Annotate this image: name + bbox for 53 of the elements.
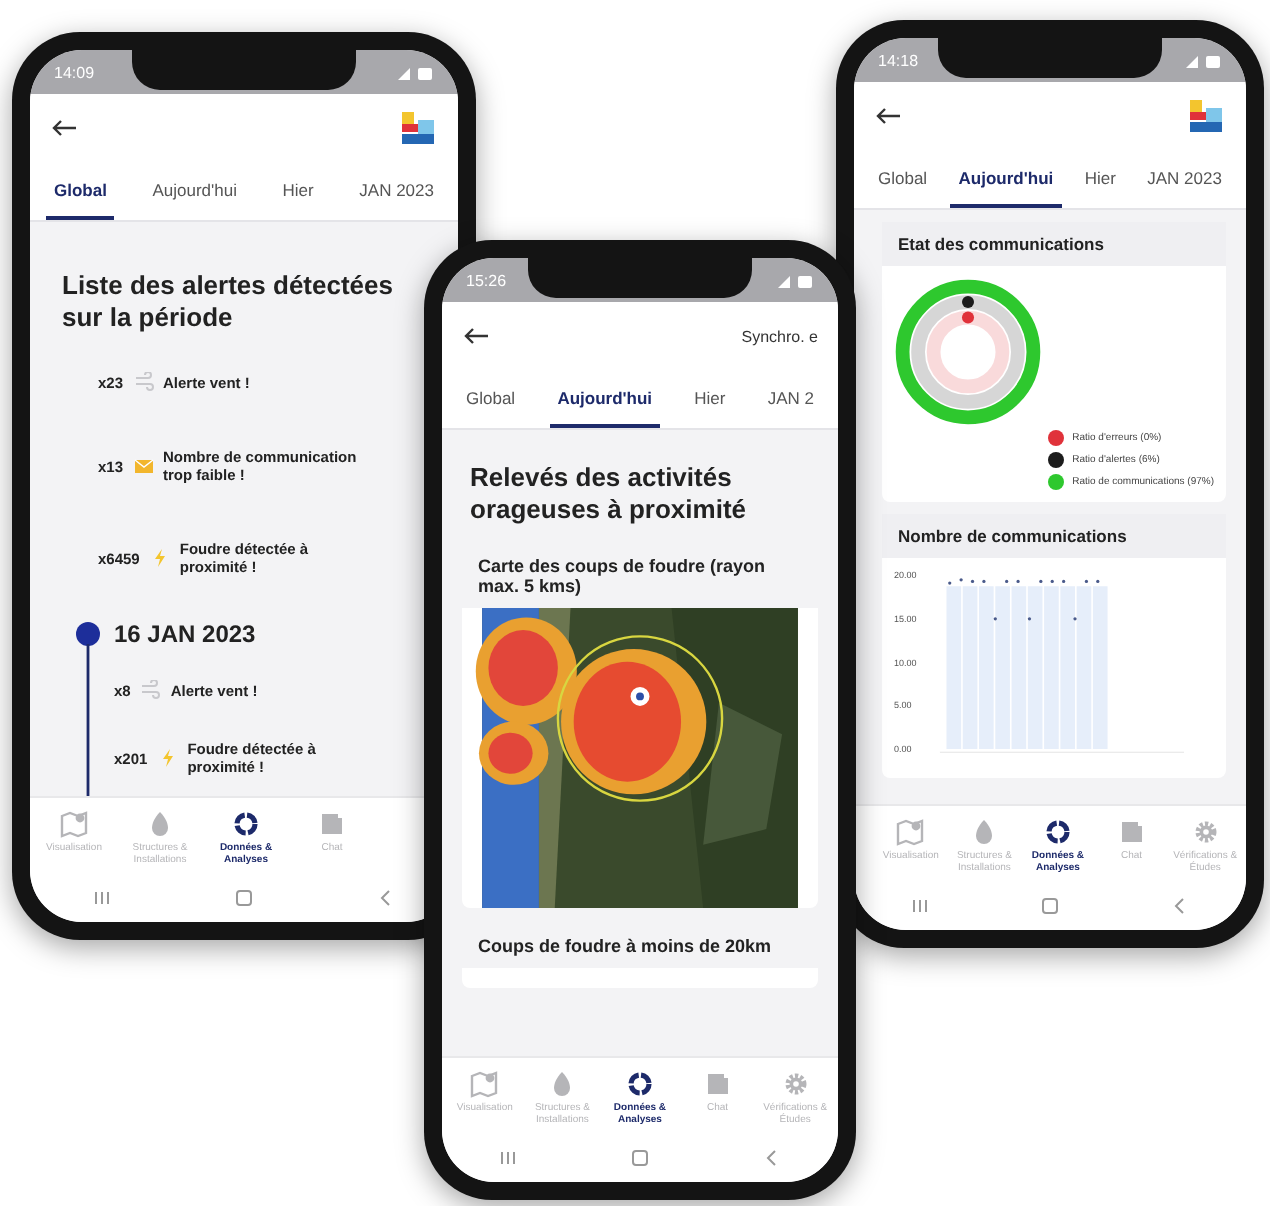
tab[interactable]: Aujourd'hui: [549, 370, 661, 428]
tab[interactable]: Hier: [1076, 150, 1124, 208]
back-arrow-icon[interactable]: [874, 106, 902, 126]
home-icon[interactable]: [233, 888, 254, 908]
status-time: 15:26: [466, 271, 507, 289]
recent-apps-icon[interactable]: [498, 1148, 518, 1168]
tab[interactable]: Hier: [686, 370, 734, 428]
card-title: Etat des communications: [882, 222, 1226, 266]
map-icon: [896, 818, 925, 846]
map-icon: [60, 810, 88, 838]
tab[interactable]: Global: [46, 162, 115, 220]
tab[interactable]: JAN 2: [759, 370, 822, 428]
recent-apps-icon[interactable]: [909, 896, 930, 916]
section-heading: Liste des alertes détectées sur la période: [62, 270, 395, 333]
gear-icon: [781, 1070, 810, 1098]
signal-icon: [778, 273, 814, 287]
map-icon: [470, 1070, 499, 1098]
tab[interactable]: Hier: [274, 162, 322, 220]
gear-icon: [1191, 818, 1220, 846]
tab[interactable]: JAN 2023: [1139, 150, 1230, 208]
pin-icon: [146, 810, 174, 838]
signal-icon: [1186, 53, 1222, 67]
status-time: 14:18: [878, 51, 919, 69]
home-icon[interactable]: [1039, 896, 1060, 916]
wind-icon: [140, 680, 161, 701]
card-title: Carte des coups de foudre (rayon max. 5 kms): [462, 544, 818, 609]
tab[interactable]: Aujourd'hui: [950, 150, 1062, 208]
timeline-date: 16 JAN 2023: [114, 620, 258, 649]
back-arrow-icon[interactable]: [462, 326, 490, 346]
back-arrow-icon[interactable]: [50, 118, 78, 138]
note-icon: [1117, 818, 1146, 846]
signal-icon: [398, 65, 434, 79]
donut-icon: [625, 1070, 654, 1098]
tab[interactable]: JAN 2023: [351, 162, 442, 220]
envelope-icon: [133, 456, 154, 477]
section-heading: Relevés des activités orageuses à proximité: [470, 462, 748, 525]
tab[interactable]: Global: [870, 150, 936, 208]
wind-icon: [133, 372, 154, 393]
tab[interactable]: Aujourd'hui: [144, 162, 245, 220]
home-icon[interactable]: [630, 1148, 650, 1168]
note-icon: [318, 810, 346, 838]
tab[interactable]: Global: [458, 370, 524, 428]
donut-icon: [232, 810, 260, 838]
lightning-icon: [149, 548, 170, 569]
status-time: 14:09: [54, 63, 95, 81]
donut-icon: [1043, 818, 1072, 846]
card-title: Coups de foudre à moins de 20km: [462, 924, 818, 969]
back-icon[interactable]: [762, 1148, 782, 1168]
sync-status: Synchro. e: [741, 327, 818, 345]
card-title: Nombre de communications: [882, 514, 1226, 558]
note-icon: [703, 1070, 732, 1098]
recent-apps-icon[interactable]: [91, 888, 112, 908]
lightning-icon: [157, 748, 178, 769]
